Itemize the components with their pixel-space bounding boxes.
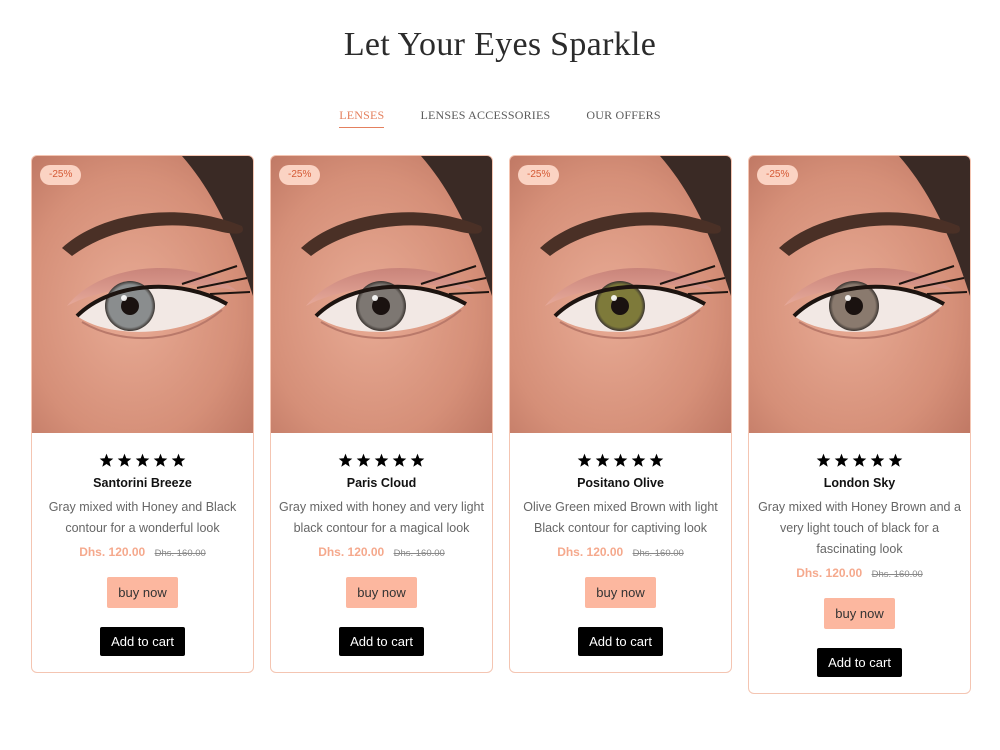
star-icon [870, 453, 885, 467]
product-card: -25% London Sky Gray mixed with Honey Br… [748, 155, 971, 694]
star-icon [171, 453, 186, 467]
sale-price: Dhs. 120.00 [79, 545, 146, 559]
tab-our-offers[interactable]: OUR OFFERS [586, 108, 660, 128]
product-image[interactable]: -25% [749, 156, 970, 433]
product-name[interactable]: London Sky [749, 476, 970, 490]
star-icon [834, 453, 849, 467]
star-icon [613, 453, 628, 467]
product-description: Gray mixed with honey and very light bla… [279, 500, 484, 535]
star-icon [117, 453, 132, 467]
product-name[interactable]: Paris Cloud [271, 476, 492, 490]
star-icon [888, 453, 903, 467]
buy-now-button[interactable]: buy now [824, 598, 895, 629]
product-price: Dhs. 120.00 Dhs. 160.00 [32, 545, 253, 559]
product-name[interactable]: Santorini Breeze [32, 476, 253, 490]
star-rating [749, 453, 970, 469]
sale-price: Dhs. 120.00 [796, 566, 863, 580]
tab-lenses[interactable]: LENSES [339, 108, 385, 128]
star-rating [32, 453, 253, 469]
product-name[interactable]: Positano Olive [510, 476, 731, 490]
discount-badge: -25% [757, 165, 799, 185]
star-icon [392, 453, 407, 467]
star-icon [852, 453, 867, 467]
add-to-cart-button[interactable]: Add to cart [817, 648, 902, 677]
add-to-cart-button[interactable]: Add to cart [100, 627, 185, 656]
page-title: Let Your Eyes Sparkle [343, 26, 657, 63]
star-icon [410, 453, 425, 467]
original-price: Dhs. 160.00 [154, 548, 206, 559]
star-rating [271, 453, 492, 469]
sale-price: Dhs. 120.00 [557, 545, 624, 559]
tab-lenses-accessories[interactable]: LENSES ACCESSORIES [420, 108, 550, 128]
product-card: -25% Paris Cloud Gray mixed with honey a… [270, 155, 493, 673]
buy-now-button[interactable]: buy now [346, 577, 417, 608]
star-icon [374, 453, 389, 467]
product-description: Gray mixed with Honey and Black contour … [48, 500, 237, 535]
product-description: Olive Green mixed Brown with light Black… [523, 500, 718, 535]
product-price: Dhs. 120.00 Dhs. 160.00 [749, 566, 970, 580]
buy-now-button[interactable]: buy now [107, 577, 178, 608]
add-to-cart-button[interactable]: Add to cart [339, 627, 424, 656]
star-icon [577, 453, 592, 467]
original-price: Dhs. 160.00 [871, 569, 923, 580]
product-price: Dhs. 120.00 Dhs. 160.00 [510, 545, 731, 559]
product-description: Gray mixed with Honey Brown and a very l… [758, 500, 961, 556]
add-to-cart-button[interactable]: Add to cart [578, 627, 663, 656]
product-image[interactable]: -25% [271, 156, 492, 433]
star-icon [356, 453, 371, 467]
star-rating [510, 453, 731, 469]
product-card: -25% Positano Olive Olive Green mixed Br… [509, 155, 732, 673]
original-price: Dhs. 160.00 [632, 548, 684, 559]
original-price: Dhs. 160.00 [393, 548, 445, 559]
product-price: Dhs. 120.00 Dhs. 160.00 [271, 545, 492, 559]
star-icon [153, 453, 168, 467]
discount-badge: -25% [279, 165, 321, 185]
star-icon [816, 453, 831, 467]
star-icon [338, 453, 353, 467]
star-icon [649, 453, 664, 467]
sale-price: Dhs. 120.00 [318, 545, 385, 559]
product-card: -25% Santorini Breeze Gray mixed with Ho… [31, 155, 254, 673]
star-icon [595, 453, 610, 467]
star-icon [631, 453, 646, 467]
star-icon [135, 453, 150, 467]
discount-badge: -25% [40, 165, 82, 185]
buy-now-button[interactable]: buy now [585, 577, 656, 608]
product-image[interactable]: -25% [32, 156, 253, 433]
category-tabs: LENSES LENSES ACCESSORIES OUR OFFERS [0, 108, 1000, 128]
product-image[interactable]: -25% [510, 156, 731, 433]
star-icon [99, 453, 114, 467]
discount-badge: -25% [518, 165, 560, 185]
